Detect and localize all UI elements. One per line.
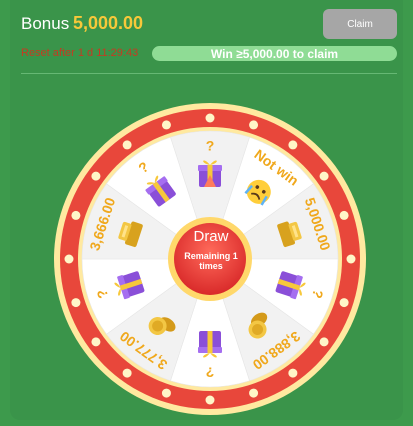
remaining-times: Remaining 1 times — [184, 251, 238, 271]
rim-light — [346, 254, 356, 264]
rim-light — [71, 298, 81, 308]
segment-label: ? — [206, 364, 215, 380]
rim-light — [319, 171, 329, 181]
rim-light — [288, 140, 298, 150]
rim-light — [91, 337, 101, 347]
divider — [21, 73, 397, 74]
rim-light — [64, 254, 74, 264]
rim-light — [288, 368, 298, 378]
rim-light — [205, 113, 215, 123]
bonus-amount: 5,000.00 — [73, 13, 144, 33]
progress-label: Win ≥5,000.00 to claim — [210, 46, 339, 61]
rim-light — [91, 171, 101, 181]
rim-light — [71, 210, 81, 220]
draw-label[interactable]: Draw — [171, 228, 251, 245]
rim-light — [122, 368, 132, 378]
rim-light — [205, 395, 215, 405]
rim-light — [249, 120, 259, 130]
claim-button[interactable]: Claim — [323, 9, 397, 39]
rim-light — [339, 210, 349, 220]
reset-countdown: Reset after 1 d 11:29:43 — [21, 47, 139, 59]
rim-light — [122, 140, 132, 150]
rim-light — [161, 388, 171, 398]
rim-light — [339, 298, 349, 308]
rim-light — [161, 120, 171, 130]
rim-light — [249, 388, 259, 398]
segment-label: ? — [206, 138, 215, 154]
claim-progress-bar: Win ≥5,000.00 to claim — [152, 46, 397, 61]
rim-light — [319, 337, 329, 347]
bonus-label: Bonus — [21, 14, 70, 33]
